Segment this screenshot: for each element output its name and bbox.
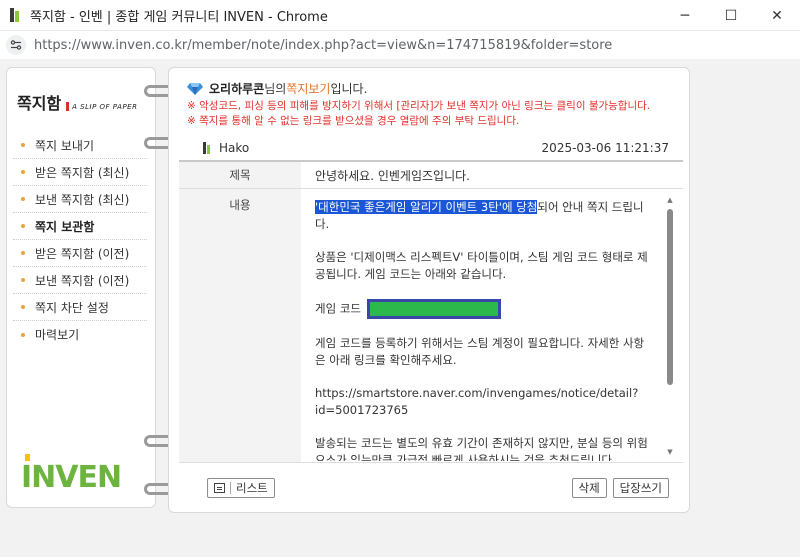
owner-name: 오리하루콘 [209,82,265,96]
note-view-link: 쪽지보기 [286,82,331,96]
message-table: 제목 안녕하세요. 인벤게임즈입니다. 내용 '대한민국 좋은게임 알리기 이벤… [179,160,683,463]
sidebar-item-label: 쪽지 차단 설정 [35,300,109,315]
sidebar-menu: 쪽지 보내기 받은 쪽지함 (최신) 보낸 쪽지함 (최신) 쪽지 보관함 받은… [13,132,147,348]
body-link: https://smartstore.naver.com/invengames/… [315,386,639,417]
owner-line: 오리하루콘 님의 쪽지보기 입니다. [187,80,650,97]
sidebar-item-label: 받은 쪽지함 (최신) [35,165,130,180]
sent-date: 2025-03-06 11:21:37 [541,141,669,155]
address-bar: https://www.inven.co.kr/member/note/inde… [0,31,800,59]
sidebar-item-label: 보낸 쪽지함 (이전) [35,273,130,288]
bullet-icon [21,143,25,147]
reply-button[interactable]: 답장쓰기 [612,478,669,498]
sidebar-item-label: 받은 쪽지함 (이전) [35,246,130,261]
scroll-down-icon[interactable]: ▼ [665,447,675,457]
sidebar-title-en: A SLIP OF PAPER [72,103,138,111]
bullet-icon [21,197,25,201]
sender-row: Hako 2025-03-06 11:21:37 [183,137,679,159]
delete-button[interactable]: 삭제 [571,478,607,498]
sidebar-item-sent-recent[interactable]: 보낸 쪽지함 (최신) [13,186,147,213]
subject-row: 제목 안녕하세요. 인벤게임즈입니다. [179,162,683,189]
sidebar-title: 쪽지함 A SLIP OF PAPER [17,90,137,114]
sidebar-item-label: 쪽지 보관함 [35,219,95,234]
minimize-button[interactable]: ─ [662,0,708,31]
body-label: 내용 [179,189,301,462]
sidebar: 쪽지함 A SLIP OF PAPER 쪽지 보내기 받은 쪽지함 (최신) 보… [6,67,156,508]
bullet-icon [21,278,25,282]
owner-suffix: 님의 [264,82,287,96]
warning-2: ※ 쪽지를 통해 알 수 없는 링크를 받으셨을 경우 열람에 주의 부탁 드립… [187,115,520,127]
logo-accent [25,454,30,461]
list-icon [214,483,225,493]
subject-value: 안녕하세요. 인벤게임즈입니다. [315,168,470,183]
code-label: 게임 코드 [315,301,361,316]
site-settings-icon[interactable] [6,35,26,55]
title-accent-bar [66,102,70,111]
close-button[interactable]: ✕ [754,0,800,31]
redacted-code [366,299,501,319]
sidebar-item-label: 쪽지 보내기 [35,138,95,153]
maximize-button[interactable]: ☐ [708,0,754,31]
window-controls: ─ ☐ ✕ [662,0,800,31]
sidebar-item-mana[interactable]: 마력보기 [13,321,147,348]
sidebar-item-label: 보낸 쪽지함 (최신) [35,192,130,207]
window-title: 쪽지함 - 인벤 | 종합 게임 커뮤니티 INVEN - Chrome [30,9,328,25]
list-button-label: 리스트 [236,481,268,495]
sidebar-item-block-settings[interactable]: 쪽지 차단 설정 [13,294,147,321]
window-titlebar: 쪽지함 - 인벤 | 종합 게임 커뮤니티 INVEN - Chrome ─ ☐… [0,0,800,31]
sender-name[interactable]: Hako [219,141,249,155]
sidebar-item-sent-old[interactable]: 보낸 쪽지함 (이전) [13,267,147,294]
reply-button-label: 답장쓰기 [619,481,662,495]
bullet-icon [21,224,25,228]
warning-1: ※ 악성코드, 피싱 등의 피해를 방지하기 위해서 [관리자]가 보낸 쪽지가… [187,100,651,112]
body-p2: 상품은 '디제이맥스 리스펙트V' 타이틀이며, 스팀 게임 코드 형태로 제공… [315,250,648,281]
page: 쪽지함 A SLIP OF PAPER 쪽지 보내기 받은 쪽지함 (최신) 보… [0,59,800,557]
scroll-thumb[interactable] [667,209,673,385]
note-panel: 오리하루콘 님의 쪽지보기 입니다. ※ 악성코드, 피싱 등의 피해를 방지하… [168,67,690,513]
sidebar-title-ko: 쪽지함 [17,94,62,113]
scroll-up-icon[interactable]: ▲ [665,195,675,205]
list-button[interactable]: 리스트 [207,478,275,498]
inven-logo[interactable]: INVEN [21,454,122,495]
button-divider [230,482,231,494]
inven-mini-icon [203,142,213,154]
gem-icon [187,82,203,95]
subject-label: 제목 [179,162,301,188]
bullet-icon [21,305,25,309]
sidebar-item-inbox-recent[interactable]: 받은 쪽지함 (최신) [13,159,147,186]
message-body[interactable]: '대한민국 좋은게임 알리기 이벤트 3탄'에 당첨되어 안내 쪽지 드립니다.… [315,199,653,461]
owner-suffix2: 입니다. [330,82,368,96]
delete-button-label: 삭제 [578,481,600,495]
bullet-icon [21,251,25,255]
sidebar-item-storage[interactable]: 쪽지 보관함 [13,213,147,240]
body-p6: 발송되는 코드는 별도의 유효 기간이 존재하지 않지만, 분실 등의 위험 요… [315,436,648,461]
bullet-icon [21,170,25,174]
body-scrollbar[interactable]: ▲ ▼ [665,195,675,457]
note-footer: 리스트 삭제 답장쓰기 [179,471,683,505]
selected-text: '대한민국 좋은게임 알리기 이벤트 3탄'에 당첨 [315,200,538,214]
sidebar-item-label: 마력보기 [35,328,80,342]
inven-app-icon [8,7,22,23]
inven-logo-text: INVEN [21,460,122,495]
bullet-icon [21,332,25,337]
url-field[interactable]: https://www.inven.co.kr/member/note/inde… [34,38,612,53]
note-header: 오리하루콘 님의 쪽지보기 입니다. ※ 악성코드, 피싱 등의 피해를 방지하… [187,80,650,129]
sidebar-item-send-note[interactable]: 쪽지 보내기 [13,132,147,159]
sidebar-item-inbox-old[interactable]: 받은 쪽지함 (이전) [13,240,147,267]
body-row: 내용 '대한민국 좋은게임 알리기 이벤트 3탄'에 당첨되어 안내 쪽지 드립… [179,189,683,463]
body-p4: 게임 코드를 등록하기 위해서는 스팀 계정이 필요합니다. 자세한 사항은 아… [315,336,645,367]
